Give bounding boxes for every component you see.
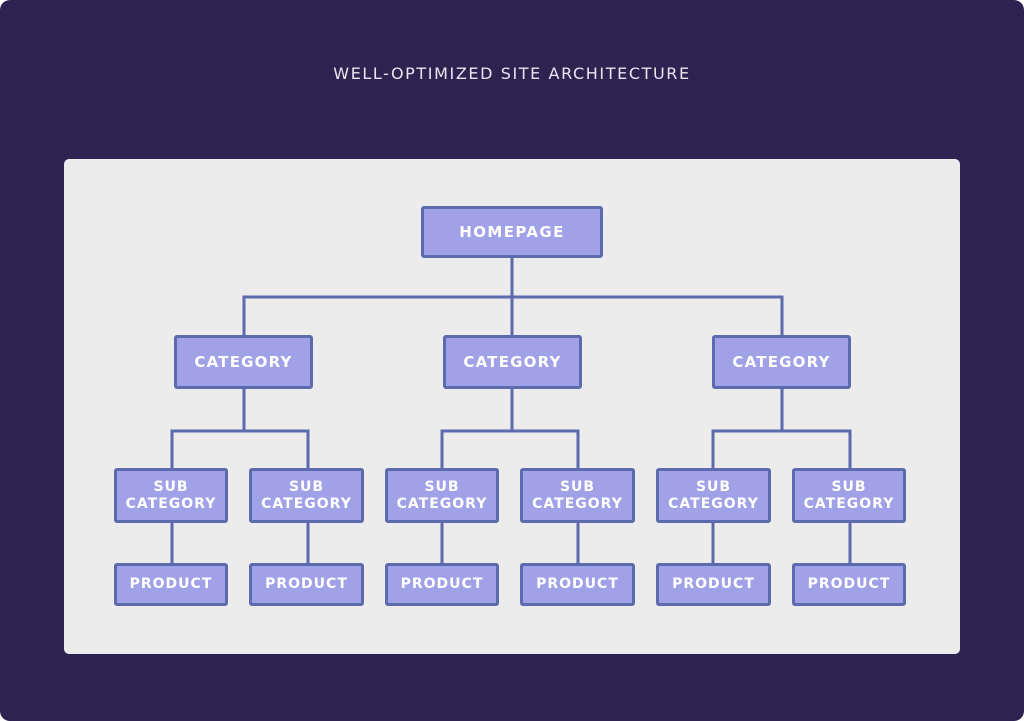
subcategory-node-3-1: SUB CATEGORY: [656, 468, 771, 523]
product-label: PRODUCT: [672, 576, 755, 592]
category-label: CATEGORY: [463, 352, 562, 371]
subcategory-label: SUB CATEGORY: [396, 478, 488, 512]
subcategory-label: SUB CATEGORY: [261, 478, 352, 512]
product-label: PRODUCT: [129, 576, 213, 592]
subcategory-node-1-1: SUB CATEGORY: [114, 468, 228, 523]
category-node-1: CATEGORY: [174, 335, 313, 389]
subcategory-label: SUB CATEGORY: [532, 478, 623, 512]
category-label: CATEGORY: [732, 352, 831, 371]
product-node-2-2: PRODUCT: [520, 563, 635, 606]
subcategory-node-1-2: SUB CATEGORY: [249, 468, 364, 523]
subcategory-label: SUB CATEGORY: [125, 478, 217, 512]
product-node-2-1: PRODUCT: [385, 563, 499, 606]
homepage-node: HOMEPAGE: [421, 206, 603, 258]
category-label: CATEGORY: [194, 352, 293, 371]
category-node-3: CATEGORY: [712, 335, 851, 389]
product-label: PRODUCT: [536, 576, 619, 592]
product-node-3-1: PRODUCT: [656, 563, 771, 606]
product-label: PRODUCT: [807, 576, 891, 592]
diagram-background: WELL-OPTIMIZED SITE ARCHITECTURE HOMEPAG…: [0, 0, 1024, 721]
subcategory-node-2-2: SUB CATEGORY: [520, 468, 635, 523]
subcategory-label: SUB CATEGORY: [803, 478, 895, 512]
subcategory-label: SUB CATEGORY: [668, 478, 759, 512]
category-node-2: CATEGORY: [443, 335, 582, 389]
subcategory-node-3-2: SUB CATEGORY: [792, 468, 906, 523]
product-node-1-2: PRODUCT: [249, 563, 364, 606]
product-label: PRODUCT: [400, 576, 484, 592]
product-label: PRODUCT: [265, 576, 348, 592]
product-node-1-1: PRODUCT: [114, 563, 228, 606]
homepage-label: HOMEPAGE: [459, 222, 565, 241]
subcategory-node-2-1: SUB CATEGORY: [385, 468, 499, 523]
product-node-3-2: PRODUCT: [792, 563, 906, 606]
